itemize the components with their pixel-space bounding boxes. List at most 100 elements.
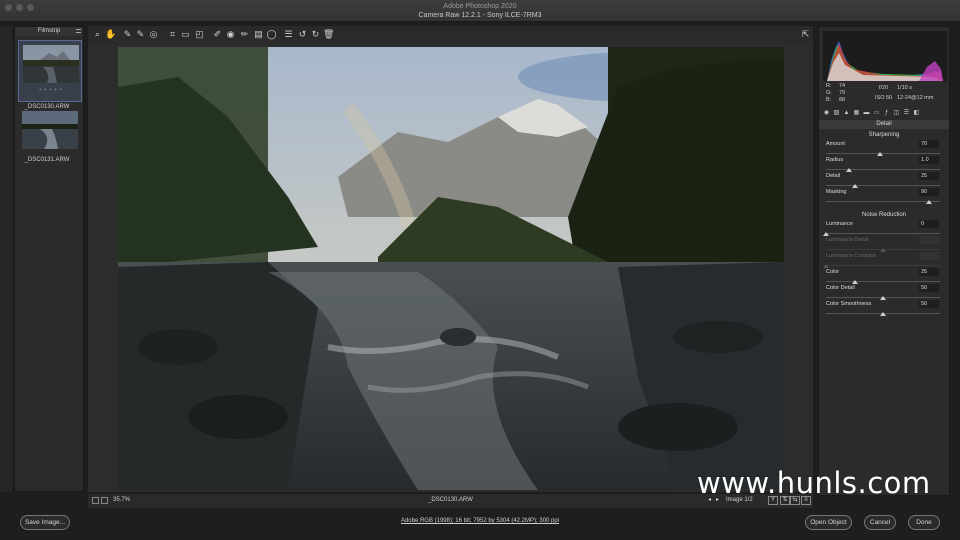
filmstrip-item-label: _DSC0131.ARW: [24, 157, 70, 163]
graduated-filter-icon[interactable]: ▤: [253, 29, 264, 40]
adjustments-panel: R: 74 G: 79 B: 88 f/20 1/10 s ISO 50 12-…: [818, 26, 950, 496]
targeted-adjustment-icon[interactable]: ◎: [148, 29, 159, 40]
slider-thumb[interactable]: [925, 200, 932, 204]
trash-icon[interactable]: 🗑: [323, 29, 334, 40]
slider-label: Amount: [826, 141, 845, 147]
slider-thumb[interactable]: [845, 168, 852, 172]
slider-value-field[interactable]: 50: [919, 284, 939, 292]
red-eye-icon[interactable]: ◉: [225, 29, 236, 40]
blue-value: 88: [839, 97, 846, 103]
detail-title: Detail: [876, 121, 892, 127]
slider-value-field[interactable]: 25: [919, 268, 939, 276]
slider-label: Masking: [826, 189, 847, 195]
slider-thumb[interactable]: [880, 296, 886, 300]
open-object-button[interactable]: Open Object: [805, 515, 852, 530]
red-value: 74: [839, 83, 846, 89]
fx-tab-icon[interactable]: ƒ: [883, 110, 890, 117]
panel-tabs: ◉ ▧ ▲ ▦ ▬ ▭ ƒ ◫ ☰ ◧: [822, 109, 948, 119]
app-title: Adobe Photoshop 2020: [443, 3, 517, 10]
slider-thumb[interactable]: [851, 184, 858, 188]
green-value: 79: [839, 90, 846, 96]
thumbnail-image: [23, 45, 79, 83]
white-balance-icon[interactable]: ✎: [122, 29, 133, 40]
slider-thumb[interactable]: [823, 232, 829, 236]
aperture-value: f/20: [879, 85, 889, 91]
slider-thumb[interactable]: [880, 312, 886, 316]
tone-curve-tab-icon[interactable]: ▧: [833, 110, 840, 117]
left-edge-strip: [0, 26, 12, 492]
slider-track[interactable]: [826, 153, 940, 154]
slider-value-field[interactable]: 25: [919, 172, 939, 180]
slider-value-field[interactable]: 90: [919, 188, 939, 196]
filmstrip-title: Filmstrip: [37, 28, 61, 34]
title-bar: Adobe Photoshop 2020 Camera Raw 12.2.1 -…: [0, 0, 960, 22]
window-subtitle: Camera Raw 12.2.1 - Sony ILCE-7RM3: [418, 12, 542, 19]
preferences-icon[interactable]: ☰: [283, 29, 294, 40]
slider-label: Luminance: [826, 221, 853, 227]
hsl-tab-icon[interactable]: ▦: [853, 110, 860, 117]
slider-value-field[interactable]: 1.0: [919, 156, 939, 164]
slider-label: Luminance Detail: [826, 237, 869, 243]
rotate-right-icon[interactable]: ↻: [310, 29, 321, 40]
green-label: G:: [826, 90, 832, 96]
slider-track[interactable]: [826, 281, 940, 282]
slider-track[interactable]: [826, 233, 940, 234]
slider-label: Detail: [826, 173, 841, 179]
filmstrip-item[interactable]: • • • • •: [18, 40, 82, 102]
detail-tab-icon[interactable]: ▲: [843, 110, 850, 117]
presets-tab-icon[interactable]: ☰: [903, 110, 910, 117]
fullscreen-toggle-icon[interactable]: ⇱: [800, 29, 811, 40]
thumbnail-image: [22, 111, 78, 149]
color-sampler-icon[interactable]: ✎: [135, 29, 146, 40]
shutter-value: 1/10 s: [897, 85, 912, 91]
watermark-text: www.hunls.com: [697, 466, 931, 500]
radial-filter-icon[interactable]: ◯: [266, 29, 277, 40]
slider-value-field: [919, 252, 939, 260]
rating-stars[interactable]: • • • • •: [19, 87, 83, 93]
cancel-button[interactable]: Cancel: [864, 515, 896, 530]
slider-value-field[interactable]: 70: [919, 140, 939, 148]
red-label: R:: [826, 83, 832, 89]
hand-icon[interactable]: ✋: [105, 29, 116, 40]
slider-track[interactable]: [826, 185, 940, 186]
blue-label: B:: [826, 97, 832, 103]
sharpening-heading: Sharpening: [868, 132, 900, 138]
slider-label: Color Detail: [826, 285, 855, 291]
lens-tab-icon[interactable]: ▭: [873, 110, 880, 117]
lens-value: 12-24@12 mm: [897, 95, 934, 101]
slider-label: Color Smoothness: [826, 301, 872, 307]
snapshots-tab-icon[interactable]: ◧: [913, 110, 920, 117]
straighten-icon[interactable]: ▭: [180, 29, 191, 40]
done-button[interactable]: Done: [908, 515, 940, 530]
slider-thumb: [880, 248, 886, 252]
slider-thumb[interactable]: [876, 152, 883, 156]
preview-photo[interactable]: [118, 47, 784, 490]
image-canvas[interactable]: [88, 44, 813, 492]
basic-tab-icon[interactable]: ◉: [823, 110, 830, 117]
spot-removal-icon[interactable]: ✐: [212, 29, 223, 40]
filmstrip-menu-icon[interactable]: [76, 29, 81, 33]
iso-value: ISO 50: [875, 95, 893, 101]
slider-track: [826, 265, 940, 266]
slider-thumb: [823, 264, 829, 268]
transform-icon[interactable]: ◰: [194, 29, 205, 40]
zoom-icon[interactable]: ⌕: [92, 29, 103, 40]
slider-thumb[interactable]: [851, 280, 858, 284]
slider-label: Radius: [826, 157, 844, 163]
slider-value-field: [919, 236, 939, 244]
crop-icon[interactable]: ⌗: [167, 29, 178, 40]
calibration-tab-icon[interactable]: ◫: [893, 110, 900, 117]
filmstrip-header: Filmstrip: [15, 27, 83, 36]
slider-value-field[interactable]: 0: [919, 220, 939, 228]
slider-label: Luminance Contrast: [826, 253, 876, 259]
slider-track[interactable]: [826, 169, 940, 170]
adjustment-brush-icon[interactable]: ✏: [239, 29, 250, 40]
filmstrip-panel: Filmstrip • • • • • _DSC0130.ARW _DSC013…: [14, 26, 84, 492]
split-toning-tab-icon[interactable]: ▬: [863, 110, 870, 117]
slider-label: Color: [826, 269, 840, 275]
slider-value-field[interactable]: 50: [919, 300, 939, 308]
rotate-left-icon[interactable]: ↺: [297, 29, 308, 40]
bottom-bar: Save Image... Adobe RGB (1998); 16 bit; …: [0, 508, 960, 540]
slider-track[interactable]: [826, 201, 940, 202]
panel-title: Detail: [819, 120, 949, 129]
